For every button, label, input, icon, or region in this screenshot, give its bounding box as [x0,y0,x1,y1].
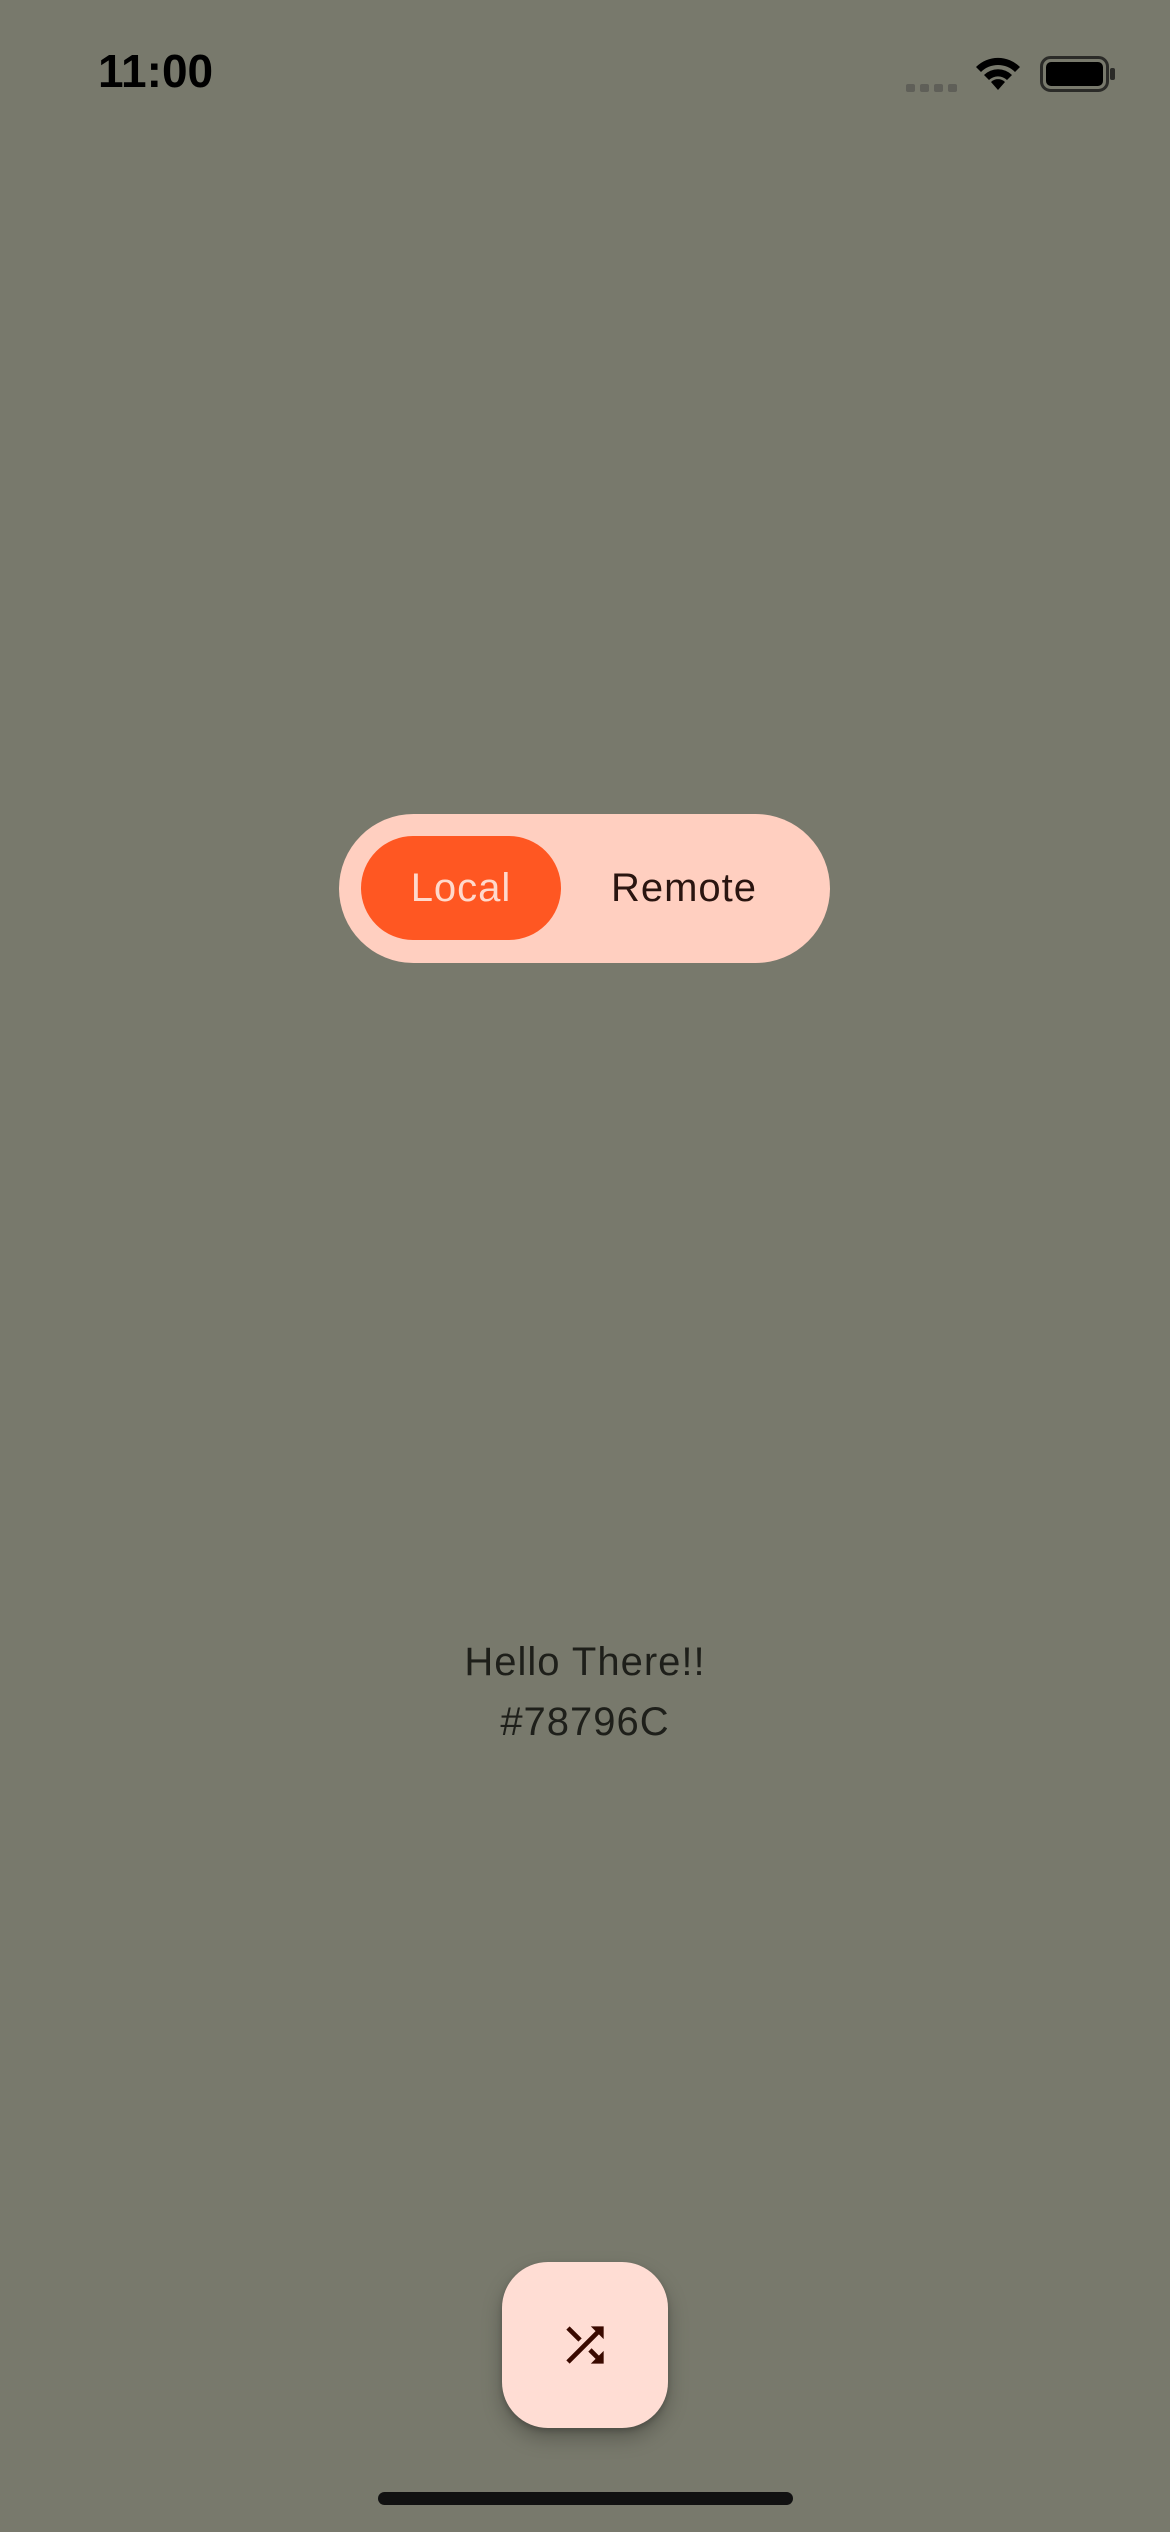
greeting-text: Hello There!! [464,1640,706,1684]
app-screen: 11:00 Local Remote Hello There!! #78796C [0,0,1170,2532]
source-toggle: Local Remote [339,814,830,963]
toggle-option-local[interactable]: Local [361,836,561,940]
status-time: 11:00 [98,45,214,97]
cellular-signal-icon [906,84,957,92]
shuffle-icon [566,2326,604,2364]
toggle-option-remote[interactable]: Remote [584,836,784,940]
home-indicator[interactable] [378,2492,793,2505]
shuffle-button[interactable] [502,2262,668,2428]
battery-icon [1040,56,1115,92]
color-hex-text: #78796C [500,1700,670,1744]
wifi-icon [976,57,1020,90]
